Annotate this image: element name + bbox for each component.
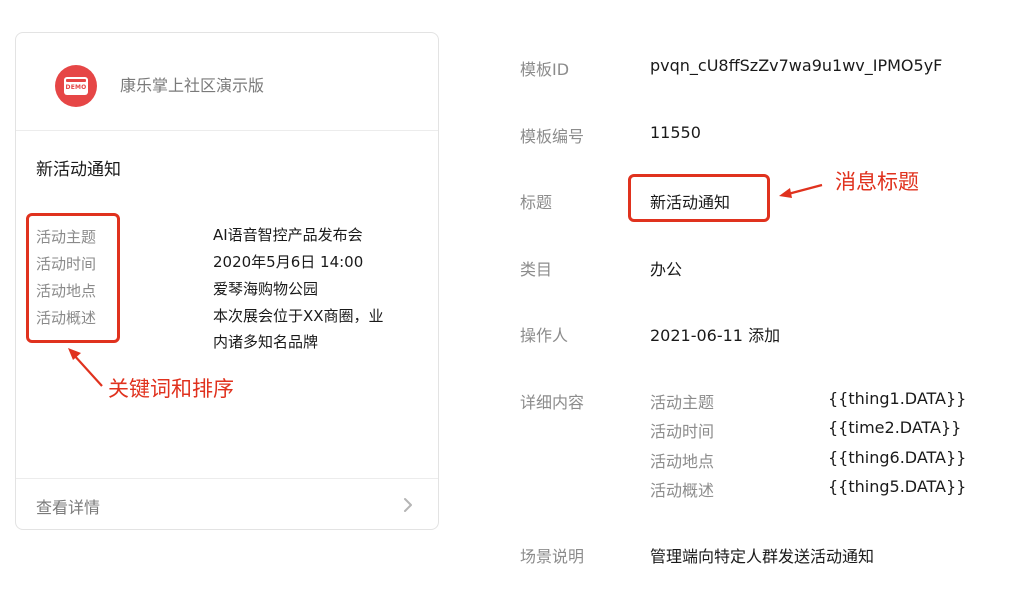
content-value-summary: {{thing5.DATA}} (828, 477, 967, 496)
content-key-topic: 活动主题 (650, 393, 715, 412)
title-highlight-box (628, 174, 770, 222)
chevron-right-icon[interactable] (402, 496, 414, 514)
template-id-label: 模板ID (520, 60, 570, 79)
content-key-summary: 活动概述 (650, 481, 715, 500)
field-value-location: 爱琴海购物公园 (213, 280, 319, 298)
template-id-clip: pvqn_cU8ffSzZv7wa9u1wv_IPMO5yF (650, 52, 966, 78)
content-key-location: 活动地点 (650, 452, 715, 471)
keywords-annotation: 关键词和排序 (108, 377, 234, 401)
view-details-link[interactable]: 查看详情 (36, 494, 100, 518)
notice-title: 新活动通知 (36, 160, 121, 180)
card-header-divider (16, 130, 438, 131)
scene-value: 管理端向特定人群发送活动通知 (650, 547, 875, 566)
field-value-topic: AI语音智控产品发布会 (213, 226, 363, 244)
content-value-topic: {{thing1.DATA}} (828, 389, 967, 408)
title-annotation: 消息标题 (835, 170, 919, 194)
scene-label: 场景说明 (520, 547, 585, 566)
operator-value: 2021-06-11 添加 (650, 326, 781, 345)
field-value-time: 2020年5月6日 14:00 (213, 253, 364, 271)
template-number-label: 模板编号 (520, 127, 585, 146)
demo-icon: DEMO (64, 77, 88, 95)
operator-label: 操作人 (520, 326, 569, 345)
field-value-summary-line2: 内诸多知名品牌 (213, 333, 319, 351)
content-value-time: {{time2.DATA}} (828, 418, 962, 437)
category-label: 类目 (520, 260, 553, 279)
category-value: 办公 (650, 260, 683, 279)
card-footer-divider (16, 478, 438, 479)
app-name: 康乐掌上社区演示版 (120, 76, 265, 95)
content-value-location: {{thing6.DATA}} (828, 448, 967, 467)
logo-text: DEMO (65, 84, 87, 91)
content-label: 详细内容 (520, 393, 585, 412)
title-arrow-icon (779, 183, 823, 198)
keywords-arrow-icon (68, 348, 103, 387)
keywords-highlight-box (26, 213, 120, 343)
template-id-value: pvqn_cU8ffSzZv7wa9u1wv_IPMO5yF (650, 56, 943, 75)
template-number-value: 11550 (650, 123, 701, 142)
field-value-summary-line1: 本次展会位于XX商圈，业 (213, 307, 384, 325)
content-key-time: 活动时间 (650, 422, 715, 441)
title-label: 标题 (520, 193, 553, 212)
app-logo: DEMO (55, 65, 97, 107)
